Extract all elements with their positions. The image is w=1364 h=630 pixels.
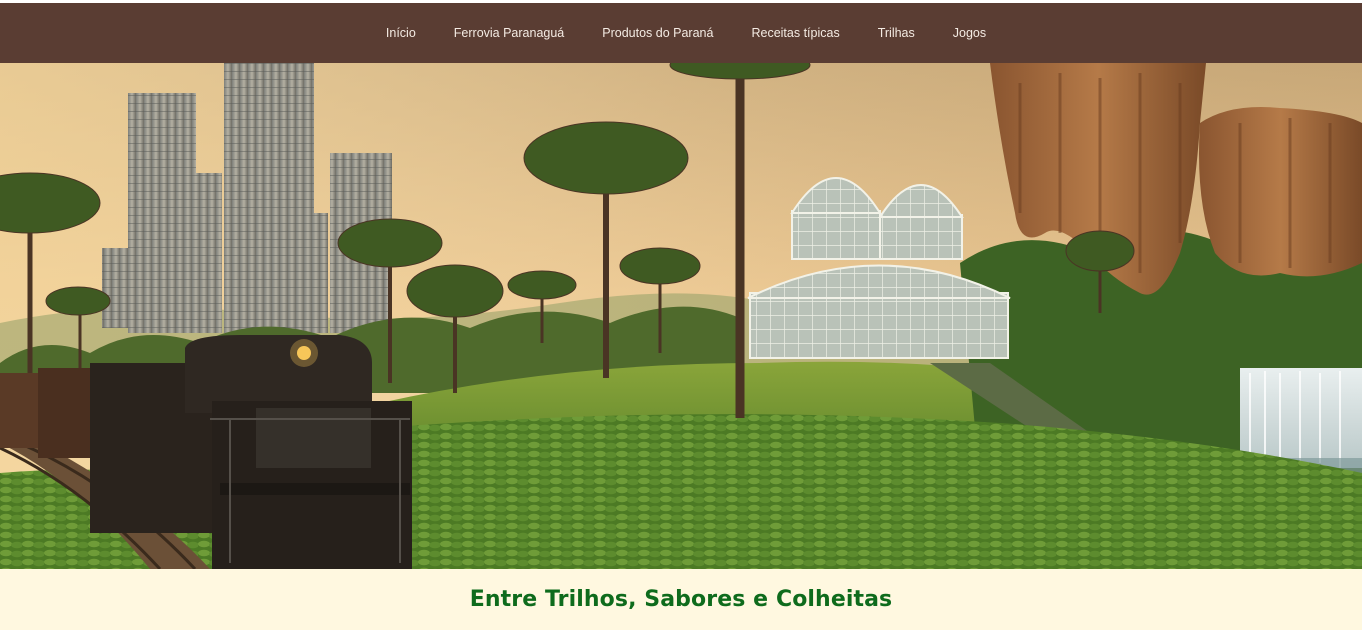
nav-item-ferrovia-paranagua[interactable]: Ferrovia Paranaguá xyxy=(435,3,583,63)
nav-item-receitas-tipicas[interactable]: Receitas típicas xyxy=(732,3,858,63)
nav-list: Início Ferrovia Paranaguá Produtos do Pa… xyxy=(357,3,1005,63)
nav-item-inicio[interactable]: Início xyxy=(367,3,435,63)
page: Início Ferrovia Paranaguá Produtos do Pa… xyxy=(0,0,1364,630)
hero-image xyxy=(0,63,1362,569)
title-banner: Entre Trilhos, Sabores e Colheitas xyxy=(0,569,1362,630)
page-title: Entre Trilhos, Sabores e Colheitas xyxy=(469,587,893,612)
nav-item-trilhas[interactable]: Trilhas xyxy=(859,3,934,63)
hero-illustration xyxy=(0,63,1362,569)
nav-item-jogos[interactable]: Jogos xyxy=(934,3,1005,63)
main-navbar: Início Ferrovia Paranaguá Produtos do Pa… xyxy=(0,3,1362,63)
nav-item-produtos-do-parana[interactable]: Produtos do Paraná xyxy=(583,3,732,63)
